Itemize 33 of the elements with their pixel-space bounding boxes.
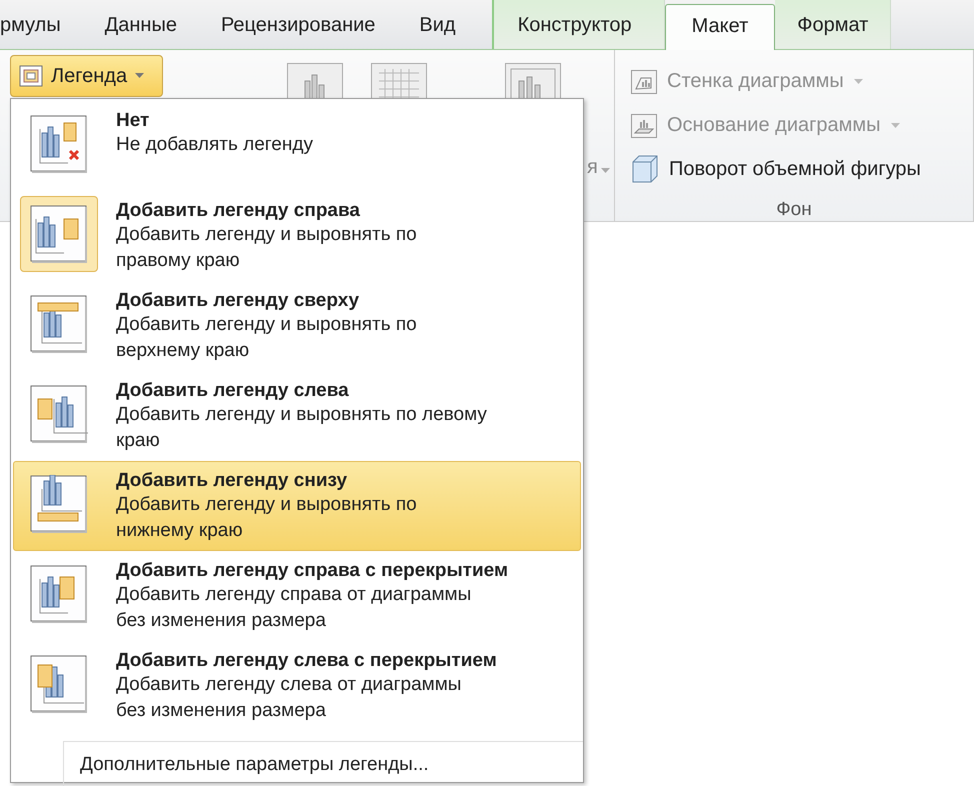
menu-item-description: Добавить легенду слева от диаграммы без изменения размера <box>116 673 462 723</box>
menu-item-description: Добавить легенду и выровнять по верхнему краю <box>116 313 418 363</box>
ribbon-button[interactable]: Поворот объемной фигуры <box>631 147 973 192</box>
menu-item-description: Добавить легенду и выровнять по левому краю <box>116 403 488 453</box>
menu-item-description: Добавить легенду справа от диаграммы без изменения размера <box>116 583 472 633</box>
menu-item-title: Добавить легенду снизу <box>116 470 348 492</box>
menu-item[interactable]: Добавить легенду слева с перекрытием Добавить легенду слева от диаграммы без изменения размера <box>13 641 581 731</box>
menu-item-title: Добавить легенду слева с перекрытием <box>116 650 497 672</box>
menu-item-description: Добавить легенду и выровнять по правому краю <box>116 223 418 273</box>
ribbon-tab[interactable]: Рецензирование <box>198 11 398 49</box>
menu-item[interactable]: Дополнительные параметры легенды... <box>63 741 583 786</box>
group-label: Фон <box>775 199 813 222</box>
menu-item-title: Добавить легенду сверху <box>116 290 360 312</box>
menu-item-description: Добавить легенду и выровнять по нижнему краю <box>116 493 418 543</box>
ribbon-tab[interactable]: Макет <box>664 4 776 50</box>
menu-item-title: Добавить легенду справа с перекрытием <box>116 560 508 582</box>
ribbon-tab[interactable]: рмулы <box>0 11 83 49</box>
legend-button[interactable]: Легенда <box>10 55 163 97</box>
ribbon-tab[interactable]: Вид <box>397 11 478 49</box>
menu-item[interactable]: Добавить легенду снизу Добавить легенду и выровнять по нижнему краю <box>13 461 581 551</box>
menu-item-title: Нет <box>116 110 150 132</box>
menu-item[interactable]: Добавить легенду справа Добавить легенду и выровнять по правому краю <box>13 191 581 281</box>
menu-item-title: Добавить легенду справа <box>116 200 361 222</box>
ribbon-tab[interactable]: Конструктор <box>492 0 665 49</box>
ribbon-tab[interactable]: Формат <box>775 0 892 49</box>
menu-item-description: Не добавлять легенду <box>116 133 314 157</box>
menu-item-title: Добавить легенду слева <box>116 380 350 402</box>
ribbon-tab[interactable]: Данные <box>82 11 199 49</box>
menu-item[interactable]: Добавить легенду справа с перекрытием Добавить легенду справа от диаграммы без изменения размера <box>13 551 581 641</box>
button-label: я <box>587 156 598 179</box>
menu-item[interactable]: Добавить легенду сверху Добавить легенду и выровнять по верхнему краю <box>13 281 581 371</box>
menu-item[interactable]: Нет Не добавлять легенду <box>13 101 581 191</box>
menu-item[interactable]: Добавить легенду слева Добавить легенду и выровнять по левому краю <box>13 371 581 461</box>
